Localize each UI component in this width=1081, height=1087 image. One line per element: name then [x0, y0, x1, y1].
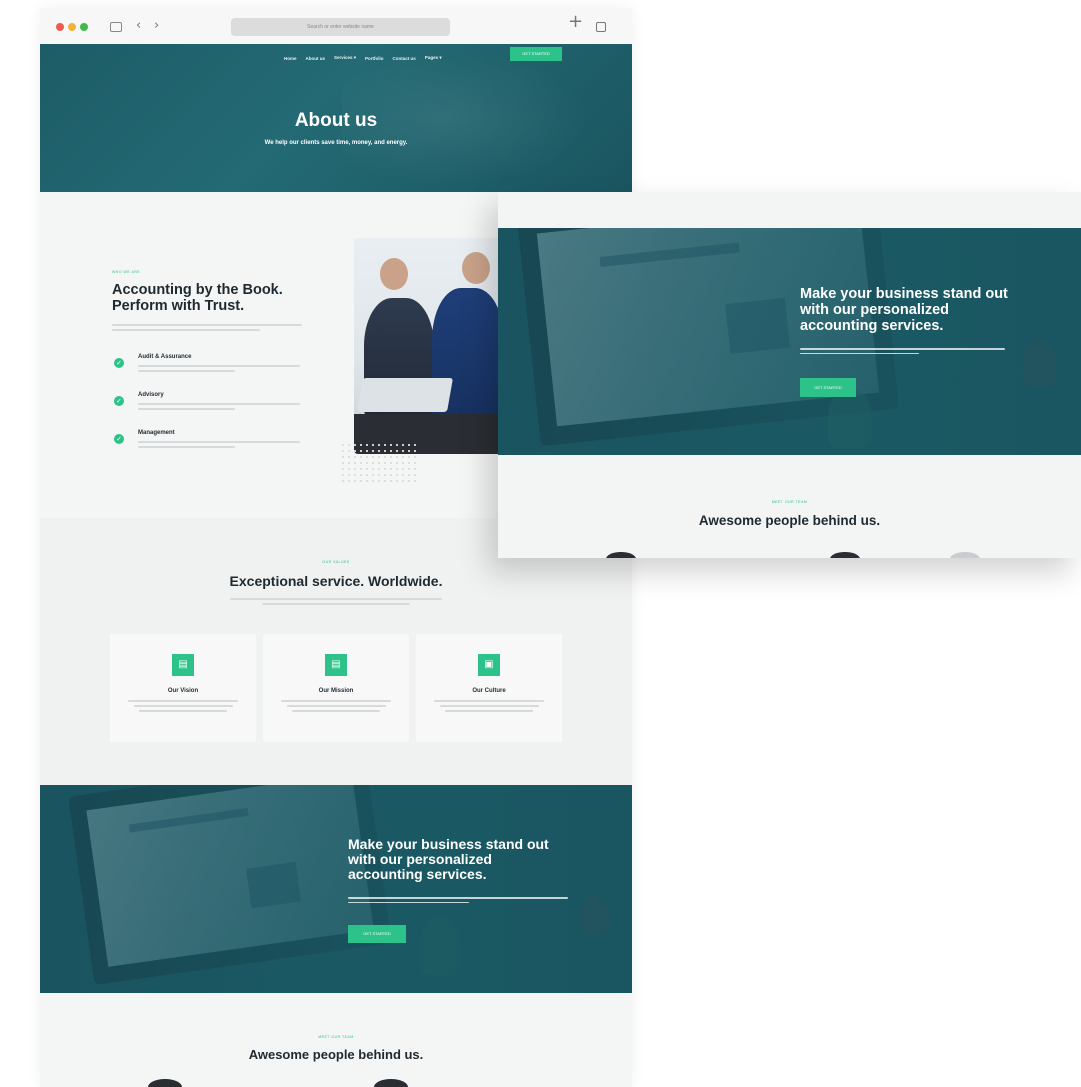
feature-description	[138, 403, 300, 413]
zoomed-get-started-button[interactable]: GET STARTED	[800, 378, 856, 397]
about-eyebrow: WHO WE ARE	[112, 270, 141, 274]
background-tint	[498, 228, 1081, 455]
nav-item-portfolio[interactable]: Portfolio	[365, 56, 384, 61]
sidebar-icon[interactable]	[110, 22, 122, 32]
check-circle-icon: ✓	[114, 396, 124, 406]
main-nav: Home About us Services ▾ Portfolio Conta…	[284, 51, 442, 65]
cta-heading: Make your business stand out with our pe…	[348, 836, 549, 882]
about-heading: Accounting by the Book. Perform with Tru…	[112, 282, 283, 314]
value-card: ▤ Our Mission	[263, 634, 409, 742]
photo-head	[380, 258, 408, 290]
team-section: MEET OUR TEAM Awesome people behind us.	[40, 993, 632, 1087]
nav-item-about[interactable]: About us	[306, 56, 326, 61]
photo-laptop	[357, 378, 453, 412]
feature-item: ✓ Audit & Assurance	[114, 354, 314, 384]
zoomed-cta-banner: Make your business stand out with our pe…	[498, 228, 1081, 455]
values-section: OUR VALUES Exceptional service. Worldwid…	[40, 518, 632, 785]
nav-item-pages[interactable]: Pages ▾	[425, 55, 442, 61]
nav-item-home[interactable]: Home	[284, 56, 297, 61]
cta-banner: Make your business stand out with our pe…	[40, 785, 632, 993]
team-member-avatar	[950, 552, 980, 558]
browser-toolbar: ‹ › Search or enter website name +	[40, 8, 632, 44]
check-circle-icon: ✓	[114, 434, 124, 444]
dot-pattern-decoration	[340, 442, 420, 482]
value-card-title: Our Mission	[318, 688, 354, 694]
value-card-text	[128, 700, 238, 715]
document-icon: ▤	[325, 654, 347, 676]
value-card: ▤ Our Vision	[110, 634, 256, 742]
nav-item-services[interactable]: Services ▾	[334, 55, 356, 61]
value-card-title: Our Culture	[472, 688, 506, 694]
team-member-avatar	[830, 552, 860, 558]
value-card: ▣ Our Culture	[416, 634, 562, 742]
maximize-window-button[interactable]	[80, 23, 88, 31]
values-eyebrow: OUR VALUES	[322, 560, 350, 564]
close-window-button[interactable]	[56, 23, 64, 31]
value-card-text	[434, 700, 544, 715]
background-tint	[40, 785, 632, 993]
feature-item: ✓ Management	[114, 430, 314, 460]
minimize-window-button[interactable]	[68, 23, 76, 31]
folder-icon: ▣	[478, 654, 500, 676]
zoomed-cta-heading: Make your business stand out with our pe…	[800, 286, 1008, 334]
business-meeting-photo	[354, 238, 504, 454]
check-circle-icon: ✓	[114, 358, 124, 368]
page-title: About us	[294, 110, 378, 131]
team-heading: Awesome people behind us.	[248, 1047, 424, 1062]
values-heading: Exceptional service. Worldwide.	[229, 573, 443, 589]
feature-title: Management	[138, 430, 175, 436]
hero-section: Home About us Services ▾ Portfolio Conta…	[40, 44, 632, 192]
zoomed-cta-paragraph	[800, 348, 1005, 357]
page-subtitle: We help our clients save time, money, an…	[264, 140, 408, 146]
feature-description	[138, 365, 300, 375]
zoomed-team-heading: Awesome people behind us.	[698, 513, 881, 528]
url-bar[interactable]: Search or enter website name	[231, 18, 450, 36]
value-card-text	[281, 700, 391, 715]
feature-description	[138, 441, 300, 451]
team-eyebrow: MEET OUR TEAM	[318, 1035, 354, 1039]
tabs-icon[interactable]	[596, 22, 606, 32]
team-member-avatar	[148, 1079, 182, 1087]
values-paragraph	[230, 598, 442, 608]
get-started-button[interactable]: GET STARTED	[510, 47, 562, 61]
team-member-avatar	[606, 552, 636, 558]
team-member-avatar	[374, 1079, 408, 1087]
back-icon[interactable]: ‹	[136, 17, 141, 35]
about-paragraph	[112, 324, 302, 334]
feature-title: Advisory	[138, 392, 164, 398]
feature-item: ✓ Advisory	[114, 392, 314, 422]
cta-paragraph	[348, 897, 568, 906]
forward-icon[interactable]: ›	[154, 17, 159, 35]
nav-item-contact[interactable]: Contact us	[393, 56, 416, 61]
photo-head	[462, 252, 490, 284]
feature-title: Audit & Assurance	[138, 354, 192, 360]
zoomed-team-eyebrow: MEET OUR TEAM	[771, 500, 808, 504]
document-icon: ▤	[172, 654, 194, 676]
plus-icon[interactable]: +	[568, 13, 583, 31]
cta-get-started-button[interactable]: GET STARTED	[348, 925, 406, 943]
mockup-stage: ‹ › Search or enter website name + Home …	[0, 0, 1081, 1087]
zoomed-preview-card: Make your business stand out with our pe…	[498, 192, 1081, 558]
value-card-title: Our Vision	[167, 688, 199, 694]
